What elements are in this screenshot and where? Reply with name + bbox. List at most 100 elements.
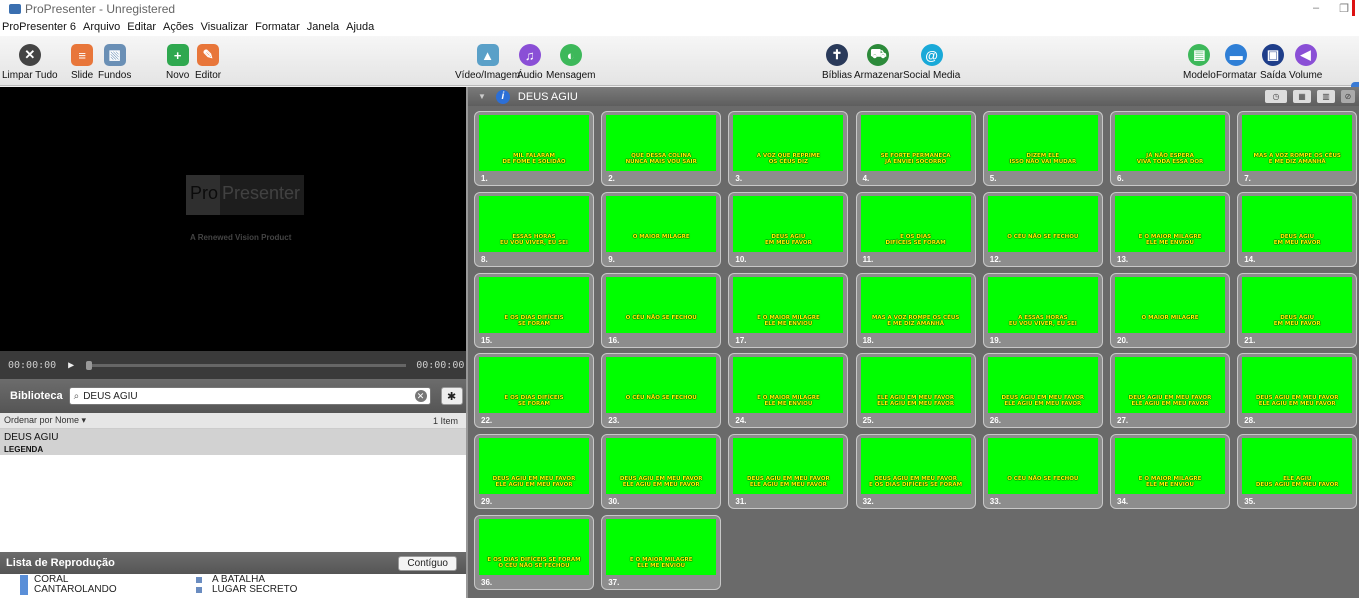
menu-visualizar[interactable]: Visualizar [201, 21, 249, 33]
slide-lyrics: E O MAIOR MILAGRE ELE ME ENVIOU [606, 557, 716, 569]
playlist-item[interactable]: CANTAROLANDO [20, 585, 117, 595]
slide-thumbnail[interactable]: O MAIOR MILAGRE 20. [1110, 272, 1230, 348]
slide-thumbnail[interactable]: SE FORTE PERMANECA JÁ ENVIEI SOCORRO 4. [855, 111, 976, 186]
slide-thumbnail[interactable]: DEUS AGIU EM MEU FAVOR ELE AGIU EM MEU FA… [728, 434, 849, 510]
clear-all-button[interactable]: ✕ Limpar Tudo [2, 44, 58, 81]
new-button[interactable]: + Novo [166, 44, 189, 81]
slide-number: 21. [1244, 335, 1256, 345]
scrub-track[interactable] [86, 360, 407, 370]
slide-thumbnail[interactable]: O CÉU NÃO SE FECHOU 16. [601, 272, 722, 348]
slide-thumbnail[interactable]: ESSAS HORAS EU VOU VIVER, EU SEI 8. [474, 191, 594, 267]
new-document-icon: + [166, 44, 189, 66]
slide-thumbnail[interactable]: MAS A VOZ ROMPE OS CÉUS E ME DIZ AMANHÃ 7. [1237, 111, 1358, 186]
editor-button[interactable]: ✎ Editor [195, 44, 221, 81]
restore-button[interactable]: ❐ [1339, 2, 1349, 15]
video-image-button[interactable]: ▲ Vídeo/Imagem [455, 44, 520, 81]
slide-thumbnail[interactable]: JÁ NÃO ESPERA VIVA TODA ESSA DOR 6. [1110, 111, 1230, 186]
grid-size-icon[interactable]: ▥ [1317, 90, 1335, 103]
sort-dropdown[interactable]: Ordenar por Nome ▾ [4, 415, 86, 426]
slide-line-2: EM MEU FAVOR [1273, 239, 1321, 246]
library-search-input[interactable]: ⌕ DEUS AGIU ✕ [68, 387, 431, 405]
no-entry-icon[interactable]: ⊘ [1341, 90, 1355, 103]
output-button[interactable]: ▣ Saída [1260, 44, 1286, 81]
slide-thumbnail[interactable]: DEUS AGIU EM MEU FAVOR 21. [1237, 272, 1358, 348]
arrangement-icon[interactable]: ▦ [1293, 90, 1311, 103]
slide-thumbnail[interactable]: DEUS AGIU EM MEU FAVOR ELE AGIU EM MEU FA… [474, 434, 594, 510]
slide-thumbnail[interactable]: E O MAIOR MILAGRE ELE ME ENVIOU 37. [601, 515, 722, 590]
format-button[interactable]: ▬ Formatar [1216, 44, 1257, 81]
menu-bar: ProPresenter 6 Arquivo Editar Ações Visu… [0, 18, 1359, 36]
menu-ajuda[interactable]: Ajuda [346, 21, 374, 33]
slide-thumbnail[interactable]: DIZEM ELE ISSO NÃO VAI MUDAR 5. [982, 111, 1103, 186]
minimize-button[interactable]: – [1313, 2, 1319, 15]
info-icon[interactable]: i [495, 89, 510, 104]
slide-line-1: O MAIOR MILAGRE [1141, 314, 1199, 321]
slide-thumbnail[interactable]: DEUS AGIU EM MEU FAVOR 10. [728, 191, 849, 267]
slide-lyrics: DEUS AGIU EM MEU FAVOR ELE AGIU EM MEU FA… [479, 476, 589, 488]
slide-thumbnail[interactable]: O CÉU NÃO SE FECHOU 12. [982, 191, 1103, 267]
slide-thumbnail[interactable]: E O MAIOR MILAGRE ELE ME ENVIOU 17. [728, 272, 849, 348]
timer-icon[interactable]: ◷ [1265, 90, 1287, 103]
library-item[interactable]: DEUS AGIU LEGENDA [0, 429, 466, 455]
bibles-button[interactable]: ✝ Bíblias [822, 44, 852, 81]
clear-slide-button[interactable]: ≡ Slide [71, 44, 93, 81]
slide-thumbnail[interactable]: O CÉU NÃO SE FECHOU 23. [601, 353, 722, 429]
slide-preview: O CÉU NÃO SE FECHOU [606, 276, 717, 333]
message-button[interactable]: ◐ Mensagem [546, 44, 595, 81]
sort-bar: Ordenar por Nome ▾ 1 Item [0, 413, 466, 429]
slide-preview: MAS A VOZ ROMPE OS CÉUS E ME DIZ AMANHÃ [860, 276, 971, 333]
title-bar: ProPresenter - Unregistered – ❐ [0, 0, 1359, 18]
menu-arquivo[interactable]: Arquivo [83, 21, 120, 33]
slide-thumbnail[interactable]: E OS DIAS DIFÍCEIS SE FORAM 22. [474, 353, 594, 429]
slide-lyrics: DEUS AGIU EM MEU FAVOR [1242, 315, 1352, 327]
slide-thumbnail[interactable]: E O MAIOR MILAGRE ELE ME ENVIOU 13. [1110, 191, 1230, 267]
contiguous-button[interactable]: Contíguo [398, 555, 457, 571]
close-button-edge[interactable] [1352, 0, 1355, 16]
slide-thumbnail[interactable]: E OS DIAS DIFÍCEIS SE FORAM 11. [855, 191, 976, 267]
audio-button[interactable]: ♫ Áudio [517, 44, 543, 81]
slide-lyrics: A ESSAS HORAS EU VOU VIVER, EU SEI [988, 315, 1098, 327]
slide-number: 19. [989, 335, 1001, 345]
slide-thumbnail[interactable]: DEUS AGIU EM MEU FAVOR ELE AGIU EM MEU FA… [982, 353, 1103, 429]
slide-thumbnail[interactable]: ELE AGIU DEUS AGIU EM MEU FAVOR 35. [1237, 434, 1358, 510]
slide-number: 20. [1117, 335, 1129, 345]
slide-thumbnail[interactable]: E O MAIOR MILAGRE ELE ME ENVIOU 34. [1110, 434, 1230, 510]
menu-editar[interactable]: Editar [127, 21, 156, 33]
menu-propresenter[interactable]: ProPresenter 6 [2, 21, 76, 33]
slide-thumbnail[interactable]: E OS DIAS DIFÍCEIS SE FORAM 15. [474, 272, 594, 348]
slide-thumbnail[interactable]: O CÉU NÃO SE FECHOU 33. [982, 434, 1103, 510]
document-icon [196, 587, 202, 593]
clear-search-icon[interactable]: ✕ [414, 390, 427, 402]
slide-thumbnail[interactable]: MIL FALARAM DE FOME E SOLIDÃO 1. [474, 111, 594, 186]
social-media-button[interactable]: @ Social Media [903, 44, 960, 81]
menu-formatar[interactable]: Formatar [255, 21, 300, 33]
template-button[interactable]: ▤ Modelo [1183, 44, 1216, 81]
slide-lyrics: O MAIOR MILAGRE [1115, 315, 1225, 321]
library-settings-gear-icon[interactable]: ✱ [440, 387, 463, 405]
menu-janela[interactable]: Janela [307, 21, 339, 33]
slide-thumbnail[interactable]: E O MAIOR MILAGRE ELE ME ENVIOU 24. [728, 353, 849, 429]
slide-thumbnail[interactable]: DEUS AGIU EM MEU FAVOR ELE AGIU EM MEU FA… [1237, 353, 1358, 429]
collapse-triangle-icon[interactable]: ▼ [478, 92, 486, 101]
slide-line-2: DIFÍCEIS SE FORAM [885, 239, 946, 246]
presentation-title: DEUS AGIU [517, 90, 578, 103]
play-icon[interactable]: ▶ [68, 360, 74, 371]
store-button[interactable]: ⛟ Armazenar [854, 44, 903, 81]
scrub-handle[interactable] [86, 360, 93, 370]
slide-thumbnail[interactable]: A VOZ QUE REPRIME OS CÉUS DIZ 3. [728, 111, 849, 186]
slide-thumbnail[interactable]: DEUS AGIU EM MEU FAVOR 14. [1237, 191, 1358, 267]
slide-thumbnail[interactable]: QUE DESSA COLINA NUNCA MAIS VOU SAIR 2. [601, 111, 722, 186]
slide-thumbnail[interactable]: MAS A VOZ ROMPE OS CÉUS E ME DIZ AMANHÃ 18… [855, 272, 976, 348]
slide-thumbnail[interactable]: DEUS AGIU EM MEU FAVOR ELE AGIU EM MEU FA… [1110, 353, 1230, 429]
clear-backgrounds-button[interactable]: ▧ Fundos [98, 44, 131, 81]
slide-thumbnail[interactable]: O MAIOR MILAGRE 9. [601, 191, 722, 267]
slide-thumbnail[interactable]: A ESSAS HORAS EU VOU VIVER, EU SEI 19. [982, 272, 1103, 348]
slide-preview: DEUS AGIU EM MEU FAVOR E OS DIAS DIFÍCEIS… [860, 438, 971, 495]
playlist-document[interactable]: LUGAR SECRETO [196, 585, 297, 595]
slide-thumbnail[interactable]: DEUS AGIU EM MEU FAVOR E OS DIAS DIFÍCEIS… [855, 434, 976, 510]
volume-button[interactable]: ◀ Volume [1289, 44, 1322, 81]
slide-thumbnail[interactable]: E OS DIAS DIFÍCEIS SE FORAM O CÉU NÃO SE … [474, 515, 594, 590]
menu-acoes[interactable]: Ações [163, 21, 194, 33]
slide-thumbnail[interactable]: DEUS AGIU EM MEU FAVOR ELE AGIU EM MEU FA… [601, 434, 722, 510]
slide-thumbnail[interactable]: ELE AGIU EM MEU FAVOR ELE AGIU EM MEU FAV… [855, 353, 976, 429]
